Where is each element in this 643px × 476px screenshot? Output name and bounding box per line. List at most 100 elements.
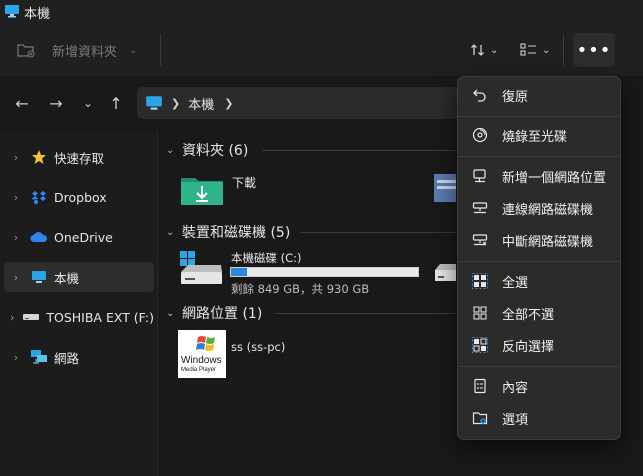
folder-label: 下載 xyxy=(232,176,257,190)
invert-selection-icon xyxy=(470,336,490,354)
sidebar-item-this-pc[interactable]: › 本機 xyxy=(4,262,154,292)
select-all-icon xyxy=(470,272,490,290)
options-icon xyxy=(470,409,490,427)
sidebar-item-label: OneDrive xyxy=(54,229,113,245)
address-bar[interactable]: ❯ 本機 ❯ xyxy=(137,87,467,119)
menu-item-label: 中斷網路磁碟機 xyxy=(502,234,594,250)
menu-item-disconnect-network-drive[interactable]: 中斷網路磁碟機 xyxy=(464,226,614,254)
arrow-up-icon: ↑ xyxy=(109,93,123,113)
windows-flag-icon xyxy=(196,336,215,351)
new-folder-label: 新增資料夾 xyxy=(52,44,118,60)
group-title: 資料夾 (6) xyxy=(182,143,249,159)
chevron-down-icon: ⌄ xyxy=(82,96,94,110)
select-none-icon xyxy=(470,304,490,322)
menu-item-options[interactable]: 選項 xyxy=(464,404,614,432)
this-pc-icon xyxy=(146,96,162,110)
this-pc-icon xyxy=(30,269,48,285)
sidebar-item-label: Dropbox xyxy=(54,189,107,205)
sort-button[interactable]: ⌄ xyxy=(470,37,498,63)
windows-drive-icon xyxy=(180,251,222,284)
breadcrumb-separator-icon: ❯ xyxy=(224,96,234,110)
menu-item-label: 全選 xyxy=(502,275,529,291)
menu-item-invert-selection[interactable]: 反向選擇 xyxy=(464,331,614,359)
chevron-down-icon: ⌄ xyxy=(490,44,499,56)
folder-item-documents[interactable] xyxy=(434,172,456,206)
expand-arrow-icon[interactable]: › xyxy=(6,231,26,244)
thumbnail-text-media-player: Media Player xyxy=(181,367,217,373)
drive-label: 本機磁碟 (C:) xyxy=(231,251,302,265)
group-divider xyxy=(262,150,457,151)
menu-item-properties[interactable]: 內容 xyxy=(464,372,614,400)
map-network-drive-icon xyxy=(470,199,490,217)
group-title: 裝置和磁碟機 (5) xyxy=(182,225,291,241)
sidebar-item-dropbox[interactable]: › Dropbox xyxy=(4,182,154,212)
breadcrumb-this-pc[interactable]: 本機 xyxy=(188,94,214,113)
toolbar-divider xyxy=(160,34,161,66)
menu-item-add-network-location[interactable]: 新增一個網路位置 xyxy=(464,162,614,190)
menu-item-map-network-drive[interactable]: 連線網路磁碟機 xyxy=(464,194,614,222)
menu-item-label: 選項 xyxy=(502,412,529,428)
menu-item-select-none[interactable]: 全部不選 xyxy=(464,299,614,327)
back-button[interactable]: ← xyxy=(12,93,32,113)
chevron-down-icon: ⌄ xyxy=(542,44,551,56)
up-button[interactable]: ↑ xyxy=(106,93,126,113)
menu-item-label: 復原 xyxy=(502,89,529,105)
menu-item-select-all[interactable]: 全選 xyxy=(464,267,614,295)
expand-arrow-icon[interactable]: › xyxy=(6,271,26,284)
group-header-folders[interactable]: ⌄ 資料夾 (6) xyxy=(166,139,248,161)
drive-icon xyxy=(435,264,456,281)
recent-locations-button[interactable]: ⌄ xyxy=(78,93,98,113)
drive-usage-bar xyxy=(230,267,419,277)
sidebar-item-label: 快速存取 xyxy=(54,150,105,166)
drive-item-secondary[interactable] xyxy=(434,262,456,286)
menu-item-label: 連線網路磁碟機 xyxy=(502,202,594,218)
arrow-left-icon: ← xyxy=(15,93,29,113)
add-network-location-icon xyxy=(470,167,490,185)
menu-separator xyxy=(458,366,620,367)
sidebar-item-toshiba-ext[interactable]: › TOSHIBA EXT (F:) xyxy=(4,302,154,332)
view-button[interactable]: ⌄ xyxy=(520,37,550,63)
group-header-network[interactable]: ⌄ 網路位置 (1) xyxy=(166,302,262,324)
network-item-ss-pc[interactable]: Windows Media Player ss (ss-pc) xyxy=(178,330,328,380)
expand-arrow-icon[interactable]: › xyxy=(6,351,26,364)
menu-item-burn-to-disc[interactable]: 燒錄至光碟 xyxy=(464,121,614,149)
chevron-down-icon: ⌄ xyxy=(166,144,175,156)
folder-item-downloads[interactable]: 下載 xyxy=(178,170,278,210)
arrow-right-icon: → xyxy=(49,93,63,113)
see-more-menu: 復原 燒錄至光碟 新增一個網路位置 連線網路磁碟機 中斷網路磁碟機 全選 全部不… xyxy=(457,76,621,440)
drive-item-c[interactable]: 本機磁碟 (C:) 剩餘 849 GB，共 930 GB xyxy=(178,248,423,296)
pane-divider xyxy=(157,130,158,476)
drive-space-text: 剩餘 849 GB，共 930 GB xyxy=(231,282,370,296)
sidebar-item-label: TOSHIBA EXT (F:) xyxy=(46,309,154,325)
expand-arrow-icon[interactable]: › xyxy=(6,191,26,204)
group-header-devices[interactable]: ⌄ 裝置和磁碟機 (5) xyxy=(166,221,290,243)
sidebar-item-quick-access[interactable]: › 快速存取 xyxy=(4,142,154,172)
ellipsis-icon: ••• xyxy=(576,39,612,61)
network-icon xyxy=(30,349,48,365)
media-player-thumbnail: Windows Media Player xyxy=(178,330,226,378)
menu-item-label: 反向選擇 xyxy=(502,339,555,355)
sidebar-item-network[interactable]: › 網路 xyxy=(4,342,154,372)
menu-item-undo[interactable]: 復原 xyxy=(464,81,614,109)
sidebar-item-label: 本機 xyxy=(54,270,80,286)
sidebar-item-label: 網路 xyxy=(54,350,80,366)
star-icon xyxy=(30,149,48,165)
expand-arrow-icon[interactable]: › xyxy=(6,151,26,164)
menu-item-label: 燒錄至光碟 xyxy=(502,129,568,145)
forward-button[interactable]: → xyxy=(46,93,66,113)
sidebar-item-onedrive[interactable]: › OneDrive xyxy=(4,222,154,252)
menu-item-label: 全部不選 xyxy=(502,307,555,323)
cloud-icon xyxy=(30,229,48,245)
new-folder-icon xyxy=(17,44,35,58)
menu-separator xyxy=(458,261,620,262)
group-title: 網路位置 (1) xyxy=(182,306,263,322)
chevron-down-icon: ⌄ xyxy=(129,44,138,56)
see-more-button[interactable]: ••• xyxy=(573,33,615,67)
command-bar: 新增資料夾 ⌄ ⌄ ⌄ ••• xyxy=(0,24,643,76)
expand-arrow-icon[interactable]: › xyxy=(6,311,18,324)
view-layout-icon xyxy=(520,43,536,56)
drive-usage-fill xyxy=(231,268,248,276)
external-drive-icon xyxy=(22,309,40,325)
new-folder-button[interactable]: 新增資料夾 ⌄ xyxy=(16,38,137,62)
network-location-label: ss (ss-pc) xyxy=(231,340,286,354)
